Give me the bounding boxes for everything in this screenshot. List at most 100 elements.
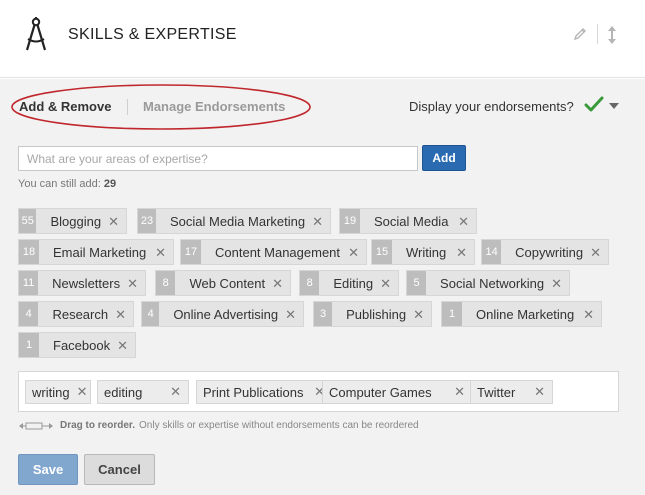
remove-skill-icon[interactable]: ✕ <box>458 215 469 228</box>
endorsement-count: 1 <box>442 302 462 326</box>
remove-skill-icon[interactable]: ✕ <box>348 246 359 259</box>
skill-name: Social Networking <box>440 275 545 291</box>
pencil-icon[interactable] <box>572 26 588 42</box>
remove-skill-icon[interactable]: ✕ <box>583 308 594 321</box>
skill-name: Computer Games <box>329 384 432 400</box>
draggable-skill-pill[interactable]: Print Publications ✕ <box>196 380 333 404</box>
endorsement-count: 4 <box>142 302 160 326</box>
remaining-label: You can still add: <box>18 178 101 190</box>
endorsement-count: 15 <box>372 240 392 264</box>
endorsement-count: 18 <box>19 240 39 264</box>
remove-skill-icon[interactable]: ✕ <box>272 277 283 290</box>
skill-name: Facebook <box>53 337 111 353</box>
remove-skill-icon[interactable]: ✕ <box>127 277 138 290</box>
skill-name: Email Marketing <box>53 244 147 260</box>
chevron-down-icon[interactable] <box>609 103 619 109</box>
skill-pill[interactable]: 18 Email Marketing ✕ <box>18 239 174 265</box>
endorsement-count: 11 <box>19 271 39 295</box>
skill-pill[interactable]: 4 Online Advertising ✕ <box>141 301 304 327</box>
skill-name: Newsletters <box>52 275 121 291</box>
unendorsed-skills-list: writing ✕ editing ✕ Print Publications ✕ Compu… <box>18 371 619 412</box>
skill-name: Social Media Marketing <box>169 213 306 229</box>
skill-pill[interactable]: 1 Facebook ✕ <box>18 332 136 358</box>
skill-name: Blogging <box>50 213 102 229</box>
remove-skill-icon[interactable]: ✕ <box>155 246 166 259</box>
display-endorsements-label: Display your endorsements? <box>409 99 574 114</box>
skill-pill[interactable]: 17 Content Management ✕ <box>180 239 367 265</box>
skill-pill[interactable]: 1 Online Marketing ✕ <box>441 301 602 327</box>
skill-name: Social Media <box>374 213 449 229</box>
skill-name: Web Content <box>189 275 266 291</box>
page-title: SKILLS & EXPERTISE <box>68 26 237 43</box>
draggable-skill-pill[interactable]: writing ✕ <box>25 380 91 404</box>
remove-skill-icon[interactable]: ✕ <box>454 384 465 400</box>
drag-hint-text: Only skills or expertise without endorse… <box>139 420 419 431</box>
skill-pill[interactable]: 14 Copywriting ✕ <box>481 239 609 265</box>
endorsement-count: 1 <box>19 333 39 357</box>
remove-skill-icon[interactable]: ✕ <box>117 339 128 352</box>
endorsement-count: 14 <box>482 240 502 264</box>
skill-name: Online Advertising <box>173 306 279 322</box>
remove-skill-icon[interactable]: ✕ <box>312 215 323 228</box>
skill-pill[interactable]: 8 Web Content ✕ <box>155 270 291 296</box>
remove-skill-icon[interactable]: ✕ <box>534 384 545 400</box>
endorsement-count: 3 <box>314 302 333 326</box>
remove-skill-icon[interactable]: ✕ <box>456 246 467 259</box>
skill-pill[interactable]: 55 Blogging ✕ <box>18 208 127 234</box>
skill-pill[interactable]: 15 Writing ✕ <box>371 239 475 265</box>
endorsement-count: 23 <box>138 209 156 233</box>
draggable-skill-pill[interactable]: Twitter ✕ <box>470 380 553 404</box>
drag-arrows-icon <box>19 422 53 429</box>
tab-add-remove[interactable]: Add & Remove <box>19 99 111 114</box>
drag-hint-bold: Drag to reorder. <box>60 420 136 431</box>
remaining-count-text: You can still add: 29 <box>18 178 116 190</box>
endorsement-count: 19 <box>340 209 360 233</box>
remove-skill-icon[interactable]: ✕ <box>413 308 424 321</box>
draggable-skill-pill[interactable]: editing ✕ <box>97 380 189 404</box>
skill-name: Online Marketing <box>476 306 575 322</box>
remove-skill-icon[interactable]: ✕ <box>170 384 181 400</box>
expertise-search-input[interactable] <box>18 146 418 171</box>
cancel-button[interactable]: Cancel <box>84 454 155 485</box>
skill-name: Content Management <box>215 244 341 260</box>
remaining-count: 29 <box>103 178 117 190</box>
endorsement-count: 8 <box>300 271 320 295</box>
skill-name: Writing <box>406 244 447 260</box>
up-down-arrows-icon[interactable] <box>605 25 619 45</box>
save-button[interactable]: Save <box>18 454 78 485</box>
endorsement-count: 4 <box>19 302 39 326</box>
tab-separator <box>127 99 128 115</box>
remove-skill-icon[interactable]: ✕ <box>551 277 562 290</box>
skill-name: Print Publications <box>203 384 304 400</box>
skill-name: writing <box>32 384 70 400</box>
remove-skill-icon[interactable]: ✕ <box>590 246 601 259</box>
endorsement-count: 5 <box>407 271 427 295</box>
remove-skill-icon[interactable]: ✕ <box>108 215 119 228</box>
remove-skill-icon[interactable]: ✕ <box>285 308 296 321</box>
skill-name: Copywriting <box>515 244 584 260</box>
compass-icon <box>25 17 47 51</box>
skill-pill[interactable]: 23 Social Media Marketing ✕ <box>137 208 331 234</box>
remove-skill-icon[interactable]: ✕ <box>115 308 126 321</box>
skill-name: Twitter <box>477 384 516 400</box>
tab-manage-endorsements[interactable]: Manage Endorsements <box>143 99 285 114</box>
skill-pill[interactable]: 4 Research ✕ <box>18 301 134 327</box>
remove-skill-icon[interactable]: ✕ <box>77 384 88 400</box>
endorsement-count: 17 <box>181 240 201 264</box>
header-divider <box>597 24 598 44</box>
skill-name: Publishing <box>346 306 407 322</box>
endorsement-count: 55 <box>19 209 37 233</box>
remove-skill-icon[interactable]: ✕ <box>380 277 391 290</box>
skill-pill[interactable]: 19 Social Media ✕ <box>339 208 477 234</box>
skill-pill[interactable]: 5 Social Networking ✕ <box>406 270 570 296</box>
skill-pill[interactable]: 3 Publishing ✕ <box>313 301 432 327</box>
draggable-skill-pill[interactable]: Computer Games ✕ <box>322 380 473 404</box>
checkmark-icon[interactable] <box>584 96 604 114</box>
edit-panel: Add & Remove Manage Endorsements Display… <box>0 79 645 495</box>
drag-hint: Drag to reorder. Only skills or expertis… <box>18 420 419 431</box>
add-skill-button[interactable]: Add <box>422 145 466 171</box>
skill-name: editing <box>104 384 143 400</box>
skill-pill[interactable]: 11 Newsletters ✕ <box>18 270 146 296</box>
skill-name: Editing <box>333 275 374 291</box>
skill-pill[interactable]: 8 Editing ✕ <box>299 270 399 296</box>
